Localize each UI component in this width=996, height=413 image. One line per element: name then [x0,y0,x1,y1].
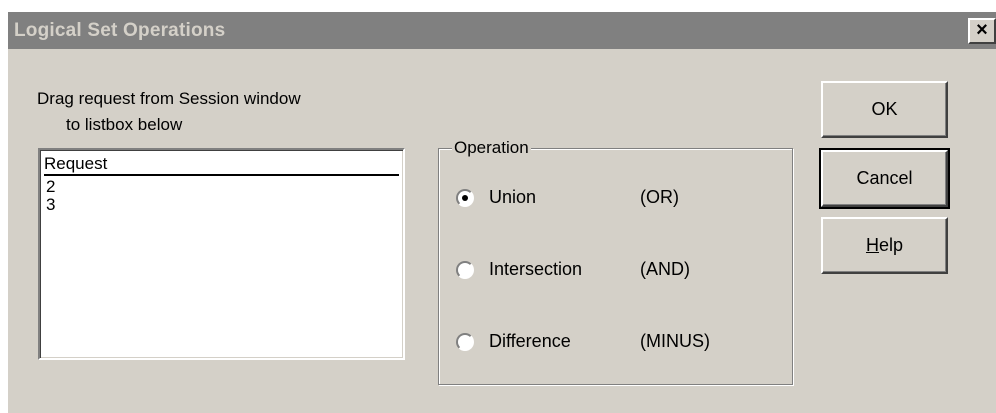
list-item[interactable]: 2 [46,178,55,196]
radio-union[interactable] [456,189,474,207]
help-mnemonic: H [865,235,879,255]
logical-set-operations-dialog: Logical Set Operations × Drag request fr… [8,12,996,413]
list-item[interactable]: 3 [46,196,55,214]
instruction-line-2: to listbox below [66,115,183,134]
help-button[interactable]: Help [821,217,948,274]
difference-label[interactable]: Difference [489,331,571,352]
close-icon: × [976,19,988,41]
title-bar[interactable]: Logical Set Operations × [8,12,996,49]
close-button[interactable]: × [968,18,996,44]
instruction-line-1: Drag request from Session window [37,89,301,108]
intersection-label[interactable]: Intersection [489,259,582,280]
window-title: Logical Set Operations [14,20,226,41]
union-label[interactable]: Union [489,187,536,208]
radio-intersection[interactable] [456,261,474,279]
union-code: (OR) [640,187,679,207]
listbox-header: Request [44,154,399,176]
ok-button[interactable]: OK [821,81,948,138]
help-label-rest: elp [878,235,904,255]
cancel-button[interactable]: Cancel [819,148,950,209]
operation-group-label: Operation [452,138,531,158]
radio-difference[interactable] [456,333,474,351]
difference-code: (MINUS) [640,331,710,351]
request-listbox[interactable]: Request 2 3 [38,148,405,360]
intersection-code: (AND) [640,259,690,279]
